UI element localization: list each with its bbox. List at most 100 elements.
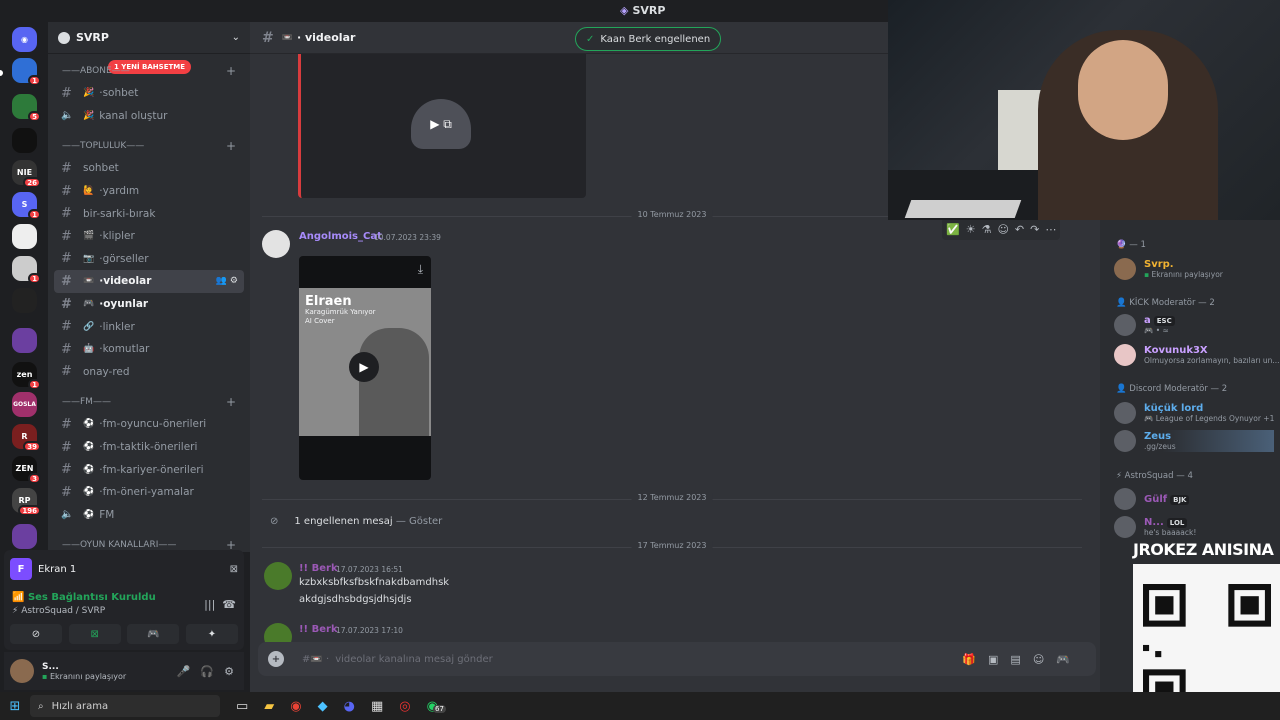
voice-status[interactable]: 📶 Ses Bağlantısı Kuruldu xyxy=(12,592,156,603)
member-item[interactable]: Zeus .gg/zeus xyxy=(1114,430,1274,452)
avatar[interactable] xyxy=(262,230,290,258)
member-item[interactable]: a ESC 🎮 • ≈ xyxy=(1114,314,1175,336)
channel-settings-icon[interactable]: 👥 ⚙ xyxy=(216,276,238,286)
channel-category[interactable]: —— TOPLULUK —— + xyxy=(54,135,244,157)
video-attachment[interactable]: ⤓ Elraen Karagümrük Yanıyor AI Cover ▶ xyxy=(299,256,431,480)
microphone-icon[interactable]: 🎤 xyxy=(177,665,191,678)
taskbar-search[interactable]: ⌕ Hızlı arama xyxy=(30,695,220,717)
channel-item[interactable]: 🔈 ⚽ FM xyxy=(54,504,244,527)
channel-name: fm-kariyer-önerileri xyxy=(102,463,204,476)
app-icon[interactable]: ◆ xyxy=(318,699,328,714)
download-icon[interactable]: ⤓ xyxy=(418,262,423,277)
server-icon[interactable]: ZEN 3 xyxy=(12,456,41,484)
channel-item[interactable]: # onay-red xyxy=(54,361,244,384)
server-icon[interactable]: zen 1 xyxy=(12,362,41,390)
member-item[interactable]: Svrp. ▪ Ekranını paylaşıyor xyxy=(1114,258,1223,280)
server-icon[interactable] xyxy=(12,128,37,153)
noise-icon[interactable]: ||| xyxy=(204,598,215,611)
forward-icon[interactable]: ↷ xyxy=(1030,223,1039,236)
add-channel-icon[interactable]: + xyxy=(226,139,236,153)
avatar[interactable] xyxy=(10,659,34,683)
headphones-icon[interactable]: 🎧 xyxy=(200,665,214,678)
server-icon[interactable] xyxy=(12,224,37,249)
sticker-icon[interactable]: ▤ xyxy=(1010,653,1032,666)
video-embed[interactable]: ▶ ⧉ xyxy=(298,54,586,198)
server-icon[interactable] xyxy=(12,288,37,313)
flask-reaction-icon[interactable]: ⚗ xyxy=(982,223,992,236)
file-explorer-icon[interactable]: ▰ xyxy=(264,699,274,714)
server-icon[interactable]: 5 xyxy=(12,94,41,122)
channel-item[interactable]: # ⚽ · fm-kariyer-önerileri xyxy=(54,458,244,481)
user-info[interactable]: S... ▪ Ekranını paylaşıyor xyxy=(42,662,177,681)
stop-stream-icon[interactable]: ⊠ xyxy=(230,564,238,575)
server-icon[interactable]: GOSLA xyxy=(12,392,37,417)
server-icon[interactable]: S1 xyxy=(12,192,41,220)
server-icon[interactable]: 1 xyxy=(12,58,41,86)
server-icon[interactable]: R 39 xyxy=(12,424,41,452)
message-author[interactable]: !! Berk xyxy=(299,624,338,635)
member-item[interactable]: Gülf BJK xyxy=(1114,488,1190,510)
whatsapp-badge: 67 xyxy=(433,704,446,713)
message-composer[interactable]: + #📼 · videolar kanalına mesaj gönder 🎁▣… xyxy=(258,642,1096,676)
discord-icon[interactable]: ◕ xyxy=(344,699,355,714)
disconnect-icon[interactable]: ☎ xyxy=(222,598,236,611)
guild-header[interactable]: SVRP ⌄ xyxy=(48,22,250,54)
channel-item[interactable]: # ⚽ · fm-öneri-yamalar xyxy=(54,481,244,504)
message-author[interactable]: !! Berk xyxy=(299,563,338,574)
chrome-icon[interactable]: ◉ xyxy=(290,699,301,714)
home-button[interactable]: ◉ xyxy=(12,27,37,52)
channel-item[interactable]: # sohbet xyxy=(54,157,244,180)
soundboard-button[interactable]: ✦ xyxy=(185,624,238,644)
reply-icon[interactable]: ↶ xyxy=(1015,223,1024,236)
channel-item[interactable]: 🔈 🎉 kanal oluştur xyxy=(54,105,244,128)
apps-icon[interactable]: 🎮 xyxy=(1056,653,1082,666)
member-item[interactable]: N... LOL he's baaaack! xyxy=(1114,516,1196,538)
channel-item[interactable]: # 🙋 · yardım xyxy=(54,180,244,203)
channel-item[interactable]: # bir-sarki-bırak xyxy=(54,202,244,225)
channel-item[interactable]: # 📼 · videolar 👥 ⚙ xyxy=(54,270,244,293)
screen-share-button[interactable]: ⊠ xyxy=(68,624,121,644)
channel-category[interactable]: —— FM —— + xyxy=(54,391,244,413)
gif-icon[interactable]: ▣ xyxy=(988,653,1010,666)
activity-button[interactable]: 🎮 xyxy=(127,624,180,644)
channel-category[interactable]: —— ABONE —— + xyxy=(54,60,244,82)
calculator-icon[interactable]: ▦ xyxy=(371,699,383,714)
whatsapp-icon[interactable]: ◉ 67 xyxy=(427,699,446,714)
add-channel-icon[interactable]: + xyxy=(226,395,236,409)
settings-gear-icon[interactable]: ⚙ xyxy=(224,665,234,678)
server-icon[interactable]: NIE 26 xyxy=(12,160,41,188)
add-attachment-icon[interactable]: + xyxy=(268,651,284,667)
gift-icon[interactable]: 🎁 xyxy=(962,653,988,666)
chevron-down-icon[interactable]: ⌄ xyxy=(232,32,240,43)
play-icon[interactable]: ▶ ⧉ xyxy=(411,99,471,149)
app-icon[interactable]: ◎ xyxy=(399,699,410,714)
channel-item[interactable]: # 🎉 · sohbet xyxy=(54,82,244,105)
avatar[interactable] xyxy=(264,562,292,590)
sun-reaction-icon[interactable]: ☀ xyxy=(966,223,976,236)
server-folder[interactable] xyxy=(12,524,37,549)
add-channel-icon[interactable]: + xyxy=(226,64,236,78)
more-icon[interactable]: ⋯ xyxy=(1045,223,1056,236)
channel-item[interactable]: # 📷 · görseller xyxy=(54,248,244,271)
channel-item[interactable]: # ⚽ · fm-oyuncu-önerileri xyxy=(54,413,244,436)
play-button[interactable]: ▶ xyxy=(349,352,379,382)
stream-preview[interactable]: F Ekran 1 ⊠ xyxy=(10,556,238,582)
emoji-icon[interactable]: ☺ xyxy=(1033,653,1056,666)
channel-item[interactable]: # 🤖 · komutlar xyxy=(54,338,244,361)
task-view-icon[interactable]: ▭ xyxy=(236,699,248,714)
member-item[interactable]: küçük lord 🎮 League of Legends Oynuyor +1 xyxy=(1114,402,1274,424)
show-blocked-link[interactable]: Göster xyxy=(409,516,442,527)
channel-item[interactable]: # 🎬 · klipler xyxy=(54,225,244,248)
member-item[interactable]: Kovunuk3X Olmuyorsa zorlamayın, bazıları … xyxy=(1114,344,1280,366)
channel-item[interactable]: # 🔗 · linkler xyxy=(54,315,244,338)
message-author[interactable]: Angolmois_Cat xyxy=(299,231,382,242)
channel-item[interactable]: # 🎮 · oyunlar xyxy=(54,293,244,316)
check-reaction-icon[interactable]: ✅ xyxy=(946,223,960,236)
channel-item[interactable]: # ⚽ · fm-taktik-önerileri xyxy=(54,436,244,459)
server-folder[interactable] xyxy=(12,328,37,353)
camera-button[interactable]: ⊘ xyxy=(10,624,62,644)
add-reaction-icon[interactable]: ☺ xyxy=(997,223,1008,236)
windows-start-icon[interactable]: ⊞ xyxy=(0,699,30,714)
server-icon[interactable]: 1 xyxy=(12,256,41,284)
server-icon[interactable]: RP 196 xyxy=(12,488,41,516)
